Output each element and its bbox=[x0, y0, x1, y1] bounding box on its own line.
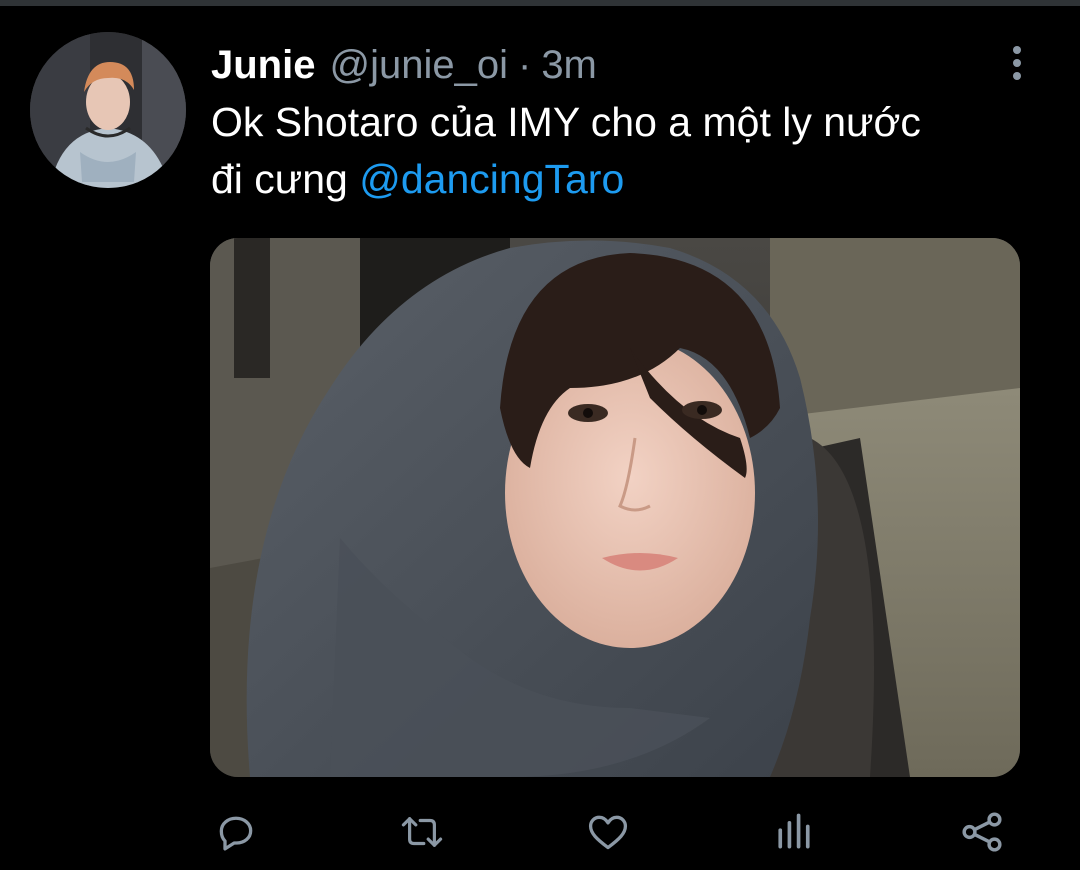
tweet-text: Ok Shotaro của IMY cho a một ly nước đi … bbox=[211, 94, 1051, 208]
separator-dot: · bbox=[517, 43, 532, 87]
timestamp[interactable]: 3m bbox=[541, 40, 597, 90]
share-icon[interactable] bbox=[954, 804, 1010, 860]
tweet-media-photo[interactable] bbox=[210, 238, 1020, 777]
more-vertical-icon[interactable] bbox=[1000, 40, 1034, 86]
tweet-header: Junie @junie_oi · 3m bbox=[211, 40, 597, 90]
tweet-text-line-2-prefix: đi cưng bbox=[211, 156, 360, 202]
retweet-icon[interactable] bbox=[394, 804, 450, 860]
reply-icon[interactable] bbox=[208, 804, 264, 860]
tweet-actions bbox=[0, 796, 1080, 866]
display-name[interactable]: Junie bbox=[211, 40, 315, 90]
mention-link[interactable]: @dancingTaro bbox=[359, 156, 624, 202]
tweet-text-line-1: Ok Shotaro của IMY cho a một ly nước bbox=[211, 99, 921, 145]
avatar[interactable] bbox=[30, 32, 186, 188]
tweet-text-line-2: đi cưng @dancingTaro bbox=[211, 151, 1051, 208]
user-handle[interactable]: @junie_oi bbox=[329, 40, 508, 90]
heart-icon[interactable] bbox=[580, 804, 636, 860]
tweet[interactable]: Junie @junie_oi · 3m Ok Shotaro của IMY … bbox=[0, 6, 1080, 870]
analytics-icon[interactable] bbox=[766, 804, 822, 860]
